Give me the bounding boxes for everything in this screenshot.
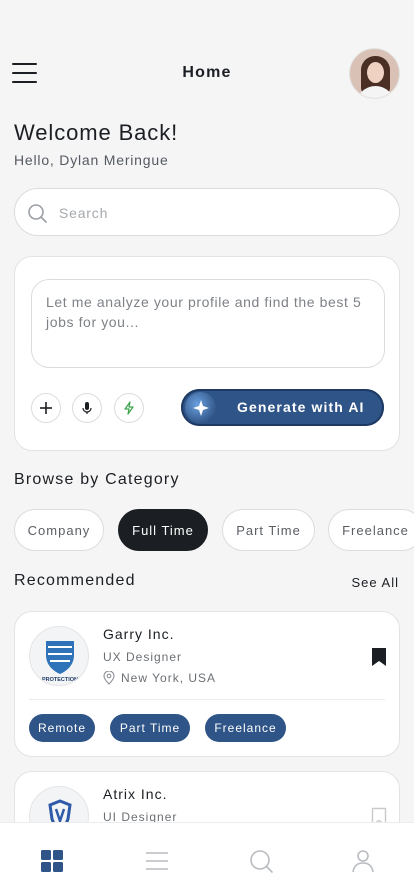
category-chip-part-time[interactable]: Part Time [222, 509, 315, 551]
search-icon[interactable] [248, 848, 274, 874]
bookmark-filled-icon[interactable] [371, 647, 387, 667]
grid-icon[interactable] [39, 848, 65, 874]
job-tag-freelance[interactable]: Freelance [205, 714, 286, 742]
ai-assistant-card: Let me analyze your profile and find the… [14, 256, 400, 451]
list-icon[interactable] [144, 848, 170, 874]
divider [29, 699, 385, 700]
company-name: Garry Inc. [103, 626, 175, 642]
category-chip-company[interactable]: Company [14, 509, 104, 551]
add-button[interactable] [31, 393, 61, 423]
generate-with-ai-button[interactable]: Generate with AI [181, 389, 384, 426]
avatar[interactable] [349, 48, 400, 99]
category-chip-full-time[interactable]: Full Time [118, 509, 208, 551]
ai-prompt-field[interactable]: Let me analyze your profile and find the… [31, 279, 385, 368]
job-role: UX Designer [103, 650, 183, 664]
category-chips: Company Full Time Part Time Freelance [14, 509, 414, 552]
top-bar: Home [0, 44, 414, 104]
quick-action-button[interactable] [114, 393, 144, 423]
lightning-icon [124, 401, 134, 415]
sparkle-icon [185, 392, 216, 423]
search-bar[interactable] [14, 188, 400, 236]
plus-icon [40, 402, 52, 414]
greeting-subtitle: Hello, Dylan Meringue [14, 152, 169, 168]
category-chip-freelance[interactable]: Freelance [328, 509, 414, 551]
generate-button-label: Generate with AI [237, 399, 365, 415]
recommended-heading: Recommended [14, 572, 136, 589]
see-all-link[interactable]: See All [352, 575, 399, 590]
logo-text: PROTECTION [42, 677, 78, 683]
bottom-navigation [0, 823, 414, 896]
location-text: New York, USA [121, 671, 217, 685]
job-tag-part-time[interactable]: Part Time [110, 714, 190, 742]
job-card[interactable]: PROTECTION Garry Inc. UX Designer New Yo… [14, 611, 400, 757]
profile-icon[interactable] [350, 848, 376, 874]
microphone-icon [82, 402, 92, 414]
search-icon [28, 204, 47, 223]
search-input[interactable] [59, 202, 379, 224]
company-name: Atrix Inc. [103, 786, 168, 802]
welcome-title: Welcome Back! [14, 120, 179, 145]
job-location: New York, USA [103, 671, 216, 685]
job-role: UI Designer [103, 810, 178, 824]
location-pin-icon [103, 671, 115, 685]
job-tag-remote[interactable]: Remote [29, 714, 95, 742]
voice-input-button[interactable] [72, 393, 102, 423]
categories-heading: Browse by Category [14, 471, 180, 488]
company-logo: PROTECTION [29, 626, 89, 686]
